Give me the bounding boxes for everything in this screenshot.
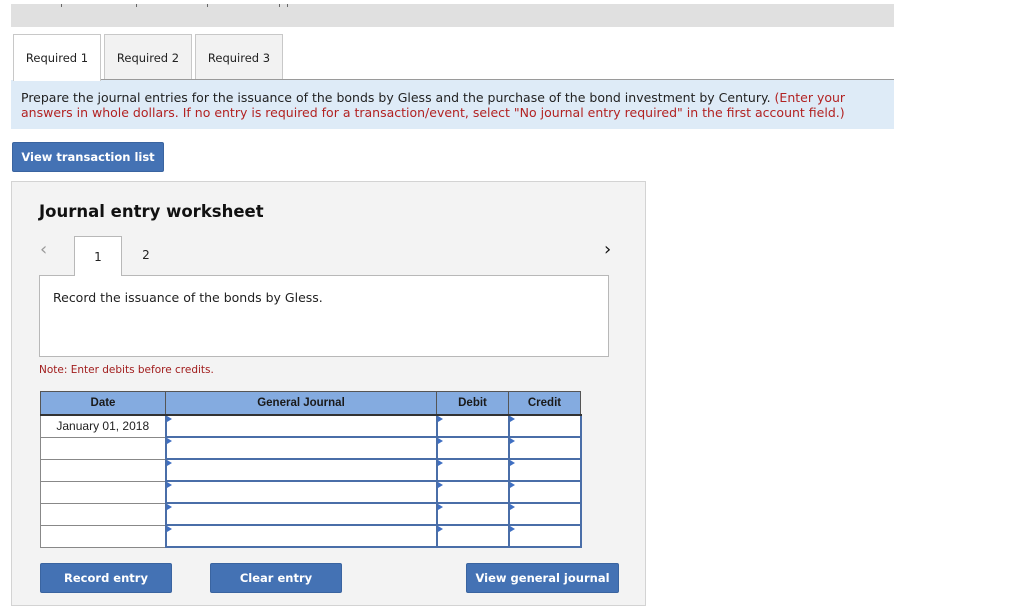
tab-required-1[interactable]: Required 1 xyxy=(13,34,101,81)
journal-entry-worksheet: Journal entry worksheet ‹ 1 2 › Record t… xyxy=(11,181,646,606)
worksheet-title: Journal entry worksheet xyxy=(39,202,264,221)
date-cell[interactable] xyxy=(40,480,166,504)
header-general-journal: General Journal xyxy=(165,391,437,416)
debit-field[interactable] xyxy=(435,414,510,438)
truncated-text-remnant xyxy=(11,4,311,7)
view-transaction-list-button[interactable]: View transaction list xyxy=(12,142,164,172)
table-row xyxy=(40,524,582,548)
table-row xyxy=(40,502,582,526)
table-row xyxy=(40,458,582,482)
credit-field[interactable] xyxy=(507,480,582,504)
debits-note: Note: Enter debits before credits. xyxy=(39,364,214,376)
tab-required-3[interactable]: Required 3 xyxy=(195,34,283,80)
journal-table: Date General Journal Debit Credit Januar… xyxy=(40,391,582,548)
chevron-left-icon[interactable]: ‹ xyxy=(40,239,47,260)
instructions-panel: Prepare the journal entries for the issu… xyxy=(11,80,894,129)
header-date: Date xyxy=(40,391,166,416)
entry-tab-2[interactable]: 2 xyxy=(124,236,168,274)
credit-field[interactable] xyxy=(507,502,582,526)
account-field[interactable] xyxy=(164,480,438,504)
entry-tab-1[interactable]: 1 xyxy=(74,236,122,276)
table-row xyxy=(40,480,582,504)
date-cell[interactable] xyxy=(40,502,166,526)
account-field[interactable] xyxy=(164,524,438,548)
entry-description-box: Record the issuance of the bonds by Gles… xyxy=(39,275,609,357)
clear-entry-button[interactable]: Clear entry xyxy=(210,563,342,593)
date-cell[interactable] xyxy=(40,458,166,482)
date-cell[interactable] xyxy=(40,436,166,460)
header-credit: Credit xyxy=(508,391,581,416)
record-entry-button[interactable]: Record entry xyxy=(40,563,172,593)
top-scroll-remnant xyxy=(11,4,894,27)
header-debit: Debit xyxy=(436,391,509,416)
account-field[interactable] xyxy=(164,436,438,460)
chevron-right-icon[interactable]: › xyxy=(604,239,611,260)
credit-field[interactable] xyxy=(507,436,582,460)
account-field[interactable] xyxy=(164,502,438,526)
credit-field[interactable] xyxy=(507,524,582,548)
debit-field[interactable] xyxy=(435,480,510,504)
account-field[interactable] xyxy=(164,458,438,482)
debit-field[interactable] xyxy=(435,436,510,460)
instructions-text: Prepare the journal entries for the issu… xyxy=(21,90,771,105)
table-row xyxy=(40,436,582,460)
credit-field[interactable] xyxy=(507,414,582,438)
view-general-journal-button[interactable]: View general journal xyxy=(466,563,619,593)
date-cell[interactable] xyxy=(40,524,166,548)
requirement-tabs: Required 1 Required 2 Required 3 xyxy=(13,34,286,81)
debit-field[interactable] xyxy=(435,458,510,482)
tab-required-2[interactable]: Required 2 xyxy=(104,34,192,80)
table-header-row: Date General Journal Debit Credit xyxy=(40,391,581,416)
entry-description: Record the issuance of the bonds by Gles… xyxy=(53,290,323,305)
credit-field[interactable] xyxy=(507,458,582,482)
date-cell[interactable]: January 01, 2018 xyxy=(40,414,166,438)
debit-field[interactable] xyxy=(435,502,510,526)
table-row: January 01, 2018 xyxy=(40,414,582,438)
account-field[interactable] xyxy=(164,414,438,438)
debit-field[interactable] xyxy=(435,524,510,548)
